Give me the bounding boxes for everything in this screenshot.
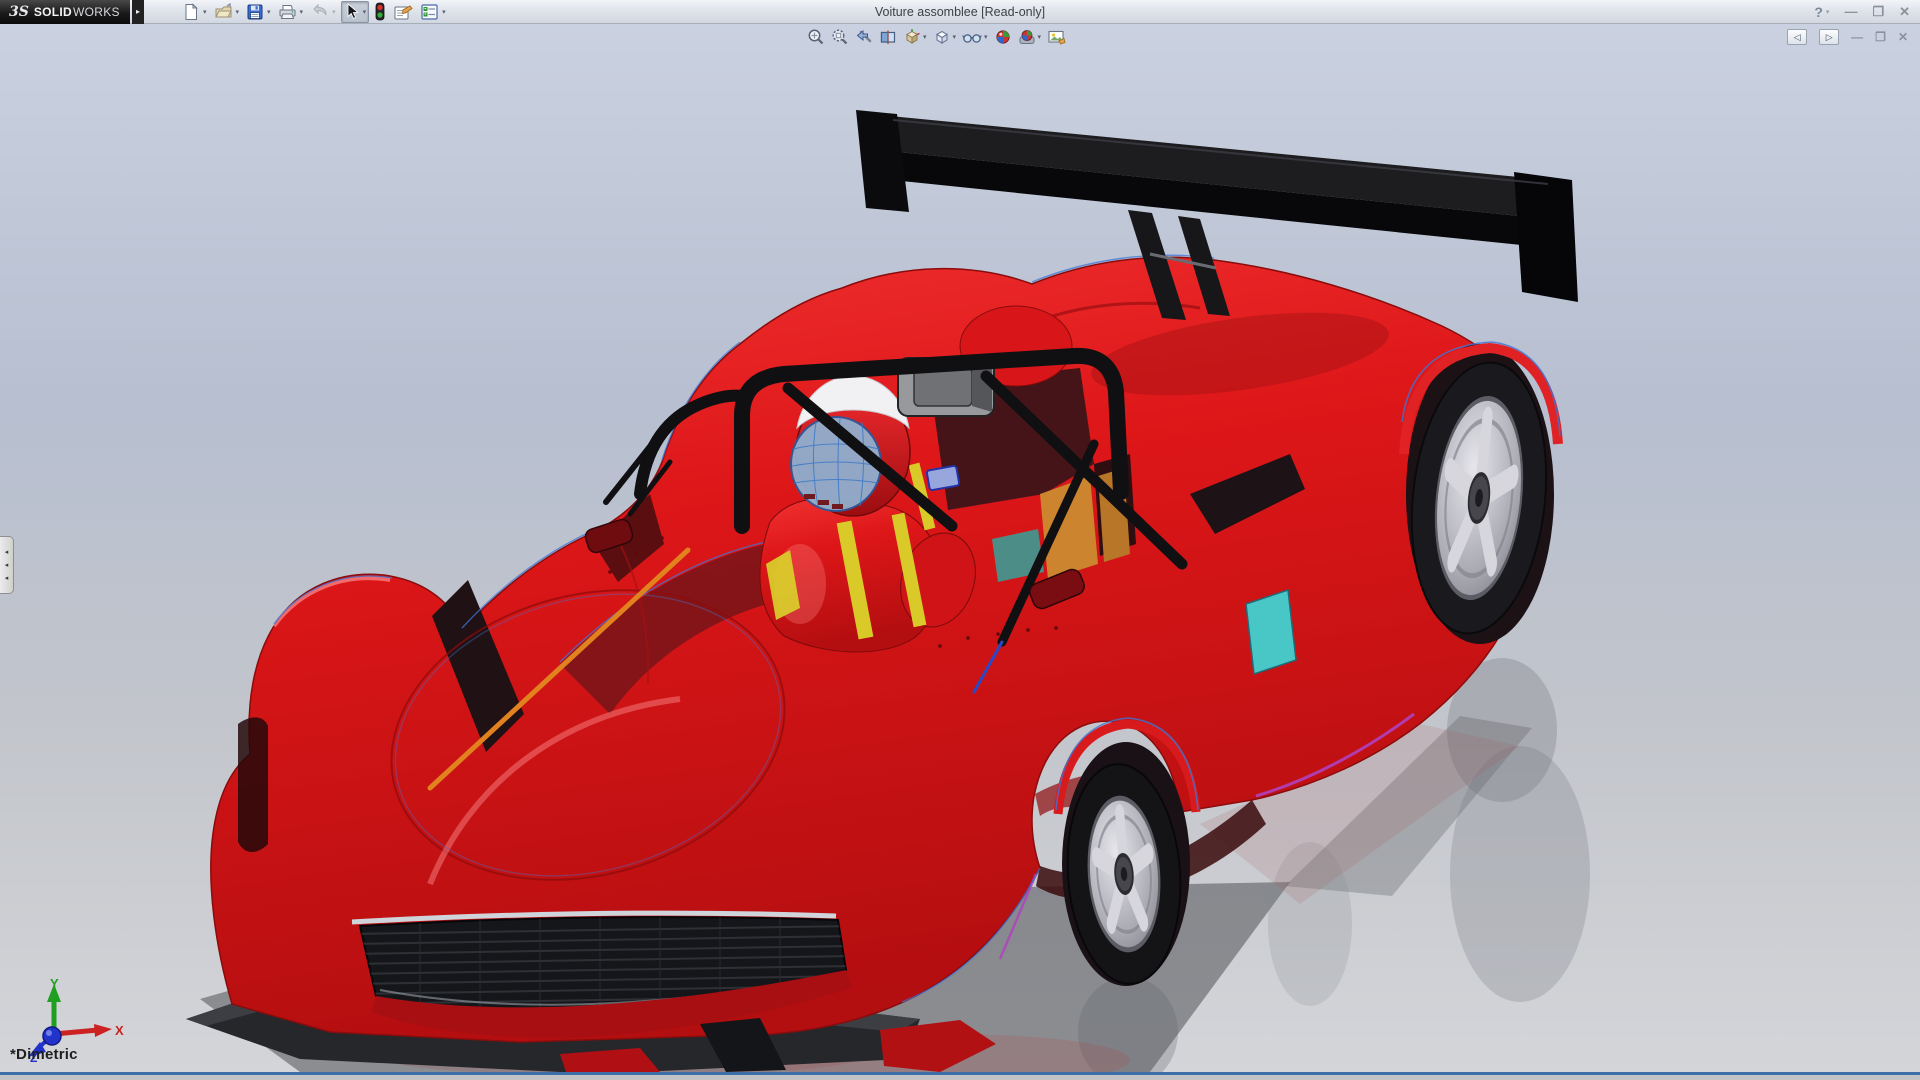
doc-close-button[interactable]: ✕	[1898, 30, 1908, 44]
apply-scene-icon	[1019, 30, 1035, 44]
menu-flyout-arrow[interactable]: ▸	[132, 0, 144, 24]
save-button[interactable]: ▾	[244, 2, 273, 22]
title-bar: 3S SOLID WORKS ▸ ▾ ▾ ▾ ▾ ▾ ▾ ▾ Voiture a…	[0, 0, 1920, 24]
display-style-dropdown[interactable]: ▾	[953, 33, 957, 41]
graphics-viewport[interactable]: ▾ ▾ ▾ ▾ ◁ ▷ — ❐ ✕ ◂ ◂ ◂ Y X Z *Dimetric	[0, 24, 1920, 1072]
undo-icon	[313, 3, 327, 15]
hide-show-items-button[interactable]: ▾	[961, 27, 989, 47]
apply-scene-dropdown[interactable]: ▾	[1038, 33, 1042, 41]
headsup-view-toolbar: ▾ ▾ ▾ ▾	[806, 27, 1067, 47]
solidworks-logo-solid: SOLID	[33, 4, 73, 19]
close-button[interactable]: ✕	[1899, 0, 1910, 24]
left-tab-arrow: ◂	[4, 549, 9, 556]
document-window-controls: ◁ ▷ — ❐ ✕	[1787, 29, 1908, 45]
undo-button[interactable]: ▾	[308, 2, 338, 22]
view-orientation-button[interactable]: ▾	[902, 27, 928, 47]
display-style-cube-icon	[935, 30, 948, 44]
view-settings-icon	[1048, 30, 1066, 45]
view-orientation-label: *Dimetric	[10, 1046, 78, 1063]
solidworks-logo: 3S SOLID WORKS	[0, 0, 130, 24]
view-orientation-dropdown[interactable]: ▾	[923, 33, 927, 41]
print-dropdown[interactable]: ▾	[300, 8, 304, 16]
new-document-button[interactable]: ▾	[180, 2, 209, 22]
help-dropdown: ▾	[1825, 9, 1830, 16]
expand-right-pane-button[interactable]: ▷	[1819, 29, 1840, 45]
appearance-ball-icon	[995, 30, 1010, 44]
apply-scene-button[interactable]: ▾	[1017, 27, 1043, 47]
open-button[interactable]: ▾	[212, 2, 242, 22]
zoom-to-fit-button[interactable]	[806, 27, 826, 47]
open-folder-icon	[214, 2, 232, 17]
solidworks-logo-mark: 3S	[9, 3, 29, 20]
car-3d-model[interactable]	[0, 24, 1920, 1072]
edit-pad-button[interactable]	[391, 2, 415, 22]
notepad-pencil-icon	[394, 4, 413, 19]
window-controls: ? ▾ — ❐ ✕	[1814, 0, 1910, 24]
new-document-icon	[185, 2, 198, 20]
eyeglasses-icon	[962, 34, 982, 43]
minimize-button[interactable]: —	[1844, 0, 1857, 24]
section-view-icon	[880, 30, 896, 44]
open-dropdown[interactable]: ▾	[236, 8, 240, 16]
help-icon: ?	[1814, 4, 1823, 20]
zoom-to-area-button[interactable]	[830, 27, 850, 47]
options-dropdown[interactable]: ▾	[442, 8, 446, 16]
section-view-button[interactable]	[878, 27, 898, 47]
print-icon	[279, 4, 296, 19]
feature-tree-collapsed-tab[interactable]: ◂ ◂ ◂	[0, 536, 14, 594]
doc-minimize-button[interactable]: —	[1851, 30, 1863, 44]
new-document-dropdown[interactable]: ▾	[203, 8, 207, 16]
print-button[interactable]: ▾	[276, 2, 306, 22]
hide-show-dropdown[interactable]: ▾	[984, 33, 988, 41]
undo-dropdown[interactable]: ▾	[332, 8, 336, 16]
zoom-to-area-icon	[832, 29, 848, 45]
save-dropdown[interactable]: ▾	[267, 8, 271, 16]
restore-button[interactable]: ❐	[1872, 0, 1884, 24]
checklist-icon	[421, 3, 438, 20]
triad-x-label: X	[115, 1023, 124, 1038]
edit-appearance-button[interactable]	[993, 27, 1013, 47]
select-cursor-icon	[347, 2, 359, 19]
view-settings-button[interactable]	[1046, 27, 1067, 47]
zoom-to-fit-icon	[808, 29, 824, 45]
select-tool-button[interactable]: ▾	[340, 0, 370, 23]
select-dropdown[interactable]: ▾	[363, 8, 367, 16]
solidworks-logo-works: WORKS	[73, 4, 120, 19]
save-floppy-icon	[247, 4, 263, 19]
help-button[interactable]: ? ▾	[1814, 4, 1829, 20]
triad-y-label: Y	[50, 976, 59, 991]
traffic-light-icon	[375, 2, 385, 21]
options-button[interactable]: ▾	[418, 2, 448, 22]
left-tab-arrow: ◂	[4, 575, 9, 582]
rebuild-button[interactable]	[372, 1, 388, 22]
main-toolbar: ▾ ▾ ▾ ▾ ▾ ▾ ▾	[180, 0, 448, 23]
status-bar-edge	[0, 1072, 1920, 1080]
collapse-left-pane-button[interactable]: ◁	[1787, 29, 1808, 45]
previous-view-icon	[856, 29, 872, 43]
view-orientation-cube-icon	[906, 29, 920, 44]
display-style-button[interactable]: ▾	[932, 27, 958, 47]
previous-view-button[interactable]	[854, 27, 874, 47]
doc-restore-button[interactable]: ❐	[1875, 30, 1886, 44]
left-tab-arrow: ◂	[4, 562, 9, 569]
